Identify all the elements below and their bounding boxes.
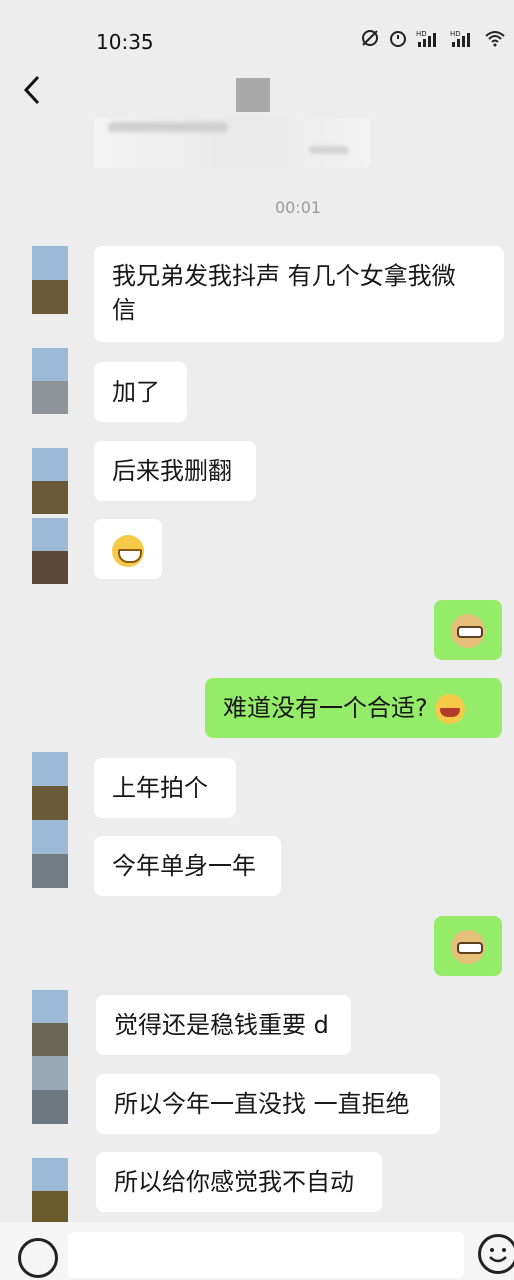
doge-emoji-icon	[451, 930, 485, 964]
message-input[interactable]	[68, 1232, 464, 1278]
svg-text:HD: HD	[450, 30, 461, 38]
voice-button[interactable]	[18, 1238, 58, 1278]
emoji-button[interactable]	[478, 1234, 514, 1274]
message-text: 所以今年一直没找 一直拒绝	[114, 1090, 410, 1118]
avatar[interactable]	[32, 348, 68, 414]
status-bar: 10:35 HD HD	[0, 0, 514, 70]
alarm-off-icon	[360, 28, 380, 48]
alarm-icon	[388, 28, 408, 48]
status-time: 10:35	[96, 30, 154, 54]
avatar[interactable]	[32, 820, 68, 888]
message-bubble[interactable]	[434, 916, 502, 976]
avatar[interactable]	[32, 246, 68, 314]
laugh-emoji-icon	[435, 694, 466, 724]
svg-text:HD: HD	[416, 30, 427, 38]
message-bubble[interactable]: 所以今年一直没找 一直拒绝	[96, 1074, 440, 1134]
wifi-icon	[484, 28, 506, 48]
message-text: 后来我删翻	[112, 457, 232, 485]
message-bubble[interactable]: 加了	[94, 362, 187, 422]
smile-icon	[481, 1248, 514, 1275]
chevron-left-icon	[22, 75, 42, 113]
message-bubble[interactable]	[94, 519, 162, 579]
doge-emoji-icon	[451, 614, 485, 648]
message-bubble[interactable]	[434, 600, 502, 660]
avatar[interactable]	[32, 448, 68, 514]
input-bar	[0, 1222, 514, 1280]
grin-emoji-icon	[112, 535, 144, 567]
hd-signal-icon: HD	[450, 28, 476, 48]
hd-signal-icon: HD	[416, 28, 442, 48]
message-bubble[interactable]: 所以给你感觉我不自动	[96, 1152, 382, 1212]
avatar[interactable]	[32, 1056, 68, 1124]
message-bubble[interactable]: 今年单身一年	[94, 836, 281, 896]
message-bubble[interactable]: 觉得还是稳钱重要 d	[96, 995, 351, 1055]
chat-timestamp: 00:01	[274, 198, 322, 217]
contact-avatar[interactable]	[236, 78, 270, 112]
message-text: 我兄弟发我抖声 有几个女拿我微 信	[112, 262, 456, 324]
message-bubble[interactable]: 后来我删翻	[94, 441, 256, 501]
message-bubble[interactable]: 上年拍个	[94, 758, 236, 818]
message-text: 上年拍个	[112, 774, 208, 802]
message-text: 觉得还是稳钱重要 d	[114, 1011, 329, 1039]
avatar[interactable]	[32, 1158, 68, 1224]
avatar[interactable]	[32, 518, 68, 584]
blurred-message-preview	[94, 118, 370, 168]
back-button[interactable]	[14, 75, 50, 113]
avatar[interactable]	[32, 990, 68, 1056]
nav-bar	[0, 70, 514, 120]
message-bubble[interactable]: 我兄弟发我抖声 有几个女拿我微 信	[94, 246, 504, 342]
message-bubble[interactable]: 难道没有一个合适?	[205, 678, 502, 738]
message-text: 所以给你感觉我不自动	[114, 1168, 354, 1196]
message-text: 今年单身一年	[112, 852, 256, 880]
status-icons: HD HD	[360, 28, 506, 48]
message-text: 加了	[112, 378, 160, 406]
message-text: 难道没有一个合适?	[223, 694, 428, 722]
avatar[interactable]	[32, 752, 68, 820]
